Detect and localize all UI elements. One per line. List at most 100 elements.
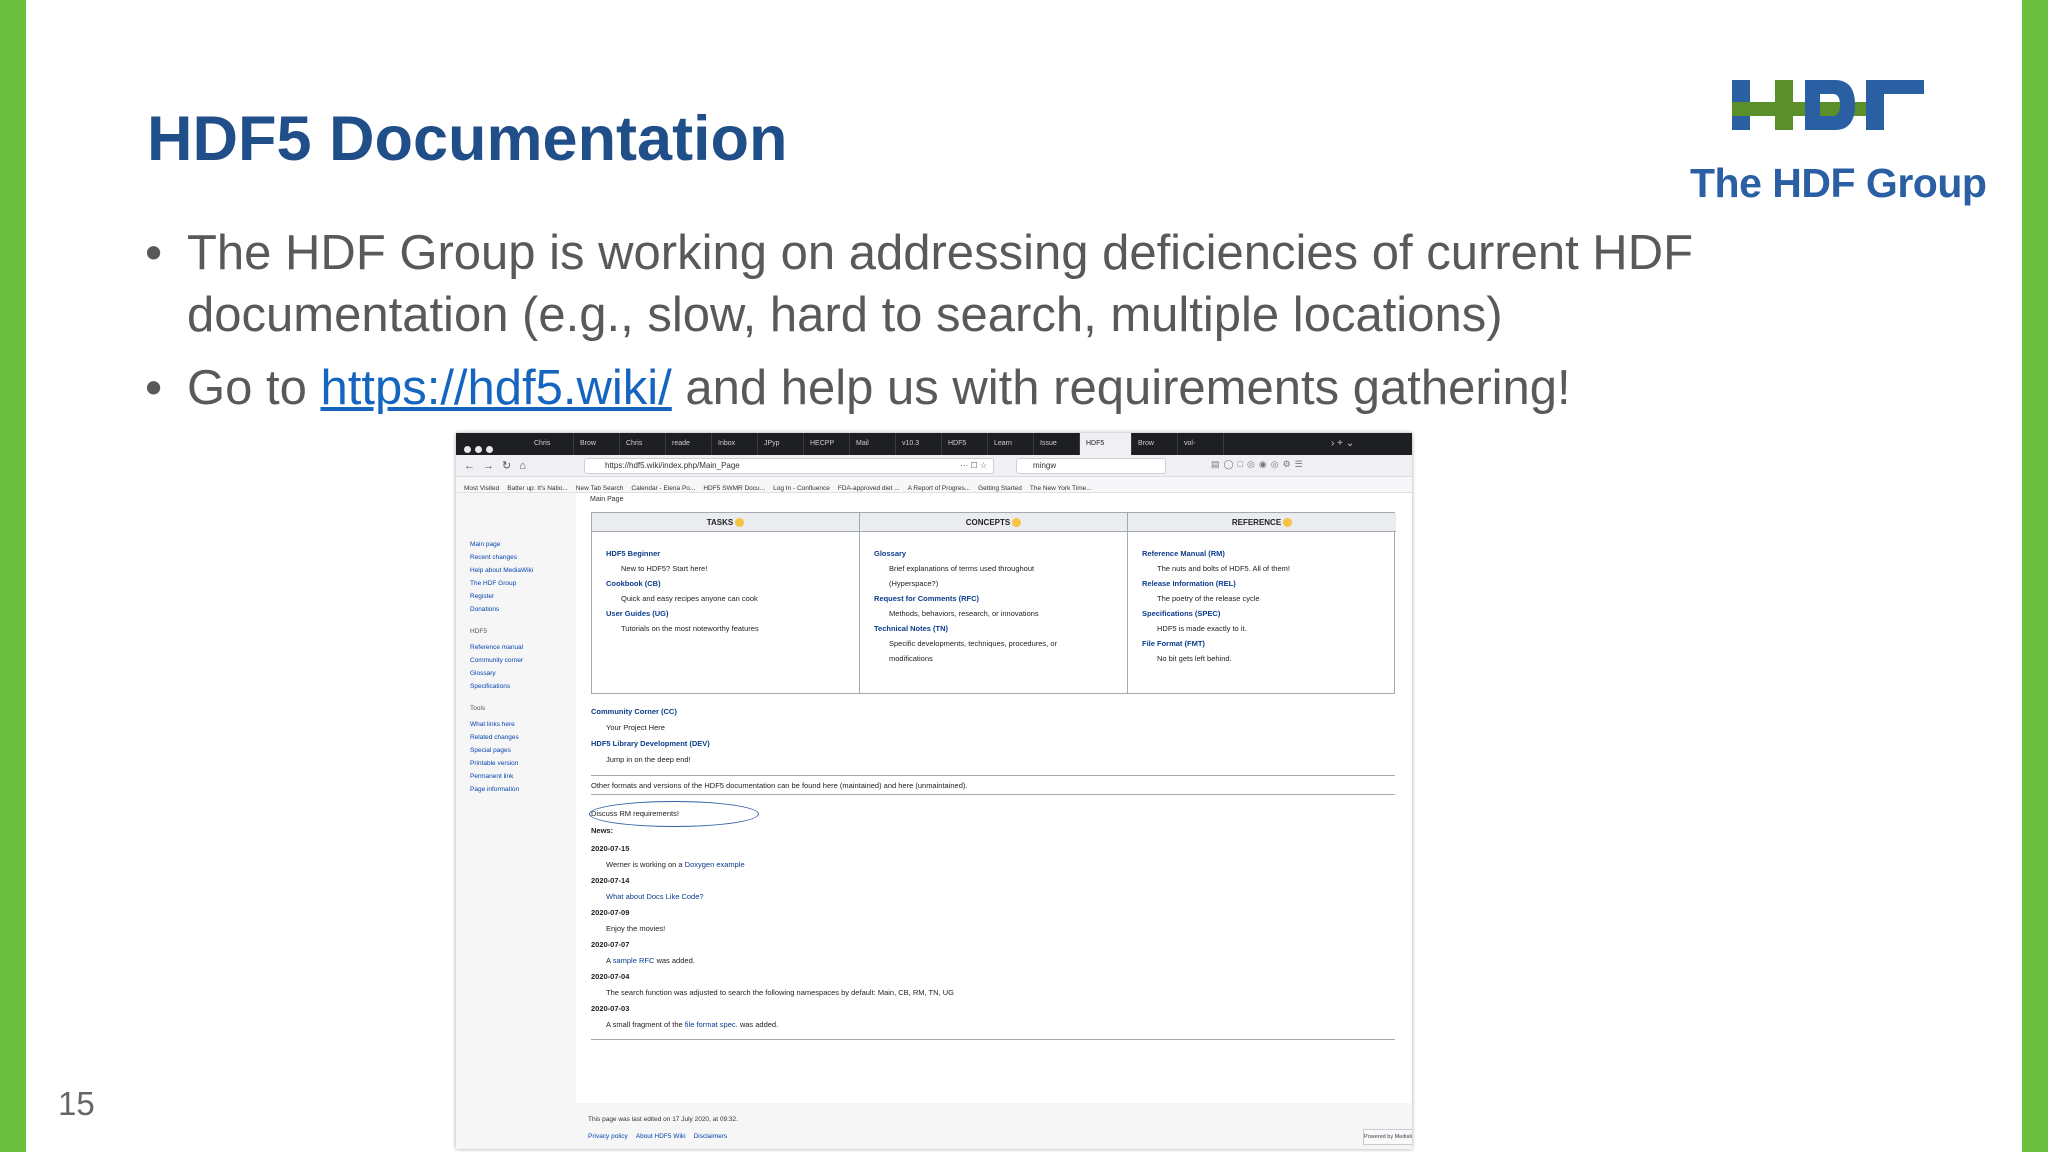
sidebar-item[interactable]: Glossary <box>470 670 496 677</box>
sidebar-item[interactable]: Page information <box>470 786 519 793</box>
news-text: was added. <box>654 956 695 965</box>
bookmark-item[interactable]: Calendar - Elena Po... <box>631 481 695 492</box>
sidebar-item[interactable]: Donations <box>470 606 499 613</box>
entry-link[interactable]: Release Information (REL) <box>1142 576 1396 591</box>
nav-buttons[interactable]: ←→↻⌂ <box>464 459 534 472</box>
portal-table: TASKS HDF5 Beginner New to HDF5? Start her… <box>591 512 1396 694</box>
bookmark-item[interactable]: Most Visited <box>464 481 499 492</box>
sidebar-item[interactable]: What links here <box>470 721 515 728</box>
bookmark-item[interactable]: A Report of Progres... <box>908 481 971 492</box>
footer-links: Privacy policy About HDF5 Wiki Disclaimers <box>588 1133 735 1140</box>
bullet-text: and help us with requirements gathering! <box>671 361 1571 415</box>
news-item: A sample RFC was added. <box>591 953 1291 969</box>
footer-link[interactable]: Privacy policy <box>588 1133 628 1140</box>
news-text: The search function was adjusted to sear… <box>606 988 954 997</box>
sidebar-item[interactable]: Recent changes <box>470 554 517 561</box>
sidebar-item[interactable]: Reference manual <box>470 644 523 651</box>
browser-tab[interactable]: Issue <box>1034 433 1080 455</box>
entry-link[interactable]: File Format (FMT) <box>1142 636 1396 651</box>
bookmark-item[interactable]: New Tab Search <box>576 481 624 492</box>
sidebar-item[interactable]: Specifications <box>470 683 510 690</box>
browser-tab[interactable]: vol- <box>1178 433 1224 455</box>
close-window-icon[interactable] <box>464 446 471 453</box>
library-dev-desc: Jump in on the deep end! <box>606 755 691 764</box>
bookmark-item[interactable]: HDF5 SWMR Docu... <box>703 481 765 492</box>
search-field[interactable]: mingw <box>1016 458 1166 474</box>
bullet-text: Go to <box>187 361 321 415</box>
community-corner-link[interactable]: Community Corner (CC) <box>591 704 1395 720</box>
bookmark-item[interactable]: Batter up: It's Natio... <box>507 481 568 492</box>
entry-description: New to HDF5? Start here! <box>621 564 708 573</box>
browser-tab[interactable]: v10.3 <box>896 433 942 455</box>
news-item: What about Docs Like Code? <box>591 889 1291 905</box>
sidebar-item[interactable]: Permanent link <box>470 773 513 780</box>
browser-nav-bar: ←→↻⌂ https://hdf5.wiki/index.php/Main_Pa… <box>456 455 1412 477</box>
footer-link[interactable]: Disclaimers <box>694 1133 728 1140</box>
entry-link[interactable]: Specifications (SPEC) <box>1142 606 1396 621</box>
bookmark-item[interactable]: Log In - Confluence <box>773 481 830 492</box>
column-header: TASKS <box>592 513 859 532</box>
minimize-window-icon[interactable] <box>475 446 482 453</box>
browser-tab[interactable]: reade <box>666 433 712 455</box>
entry-link[interactable]: Cookbook (CB) <box>606 576 859 591</box>
news-link[interactable]: What about Docs Like Code? <box>606 892 704 901</box>
hdf5-wiki-link[interactable]: https://hdf5.wiki/ <box>320 361 671 415</box>
column-entries: Reference Manual (RM) The nuts and bolts … <box>1128 532 1396 666</box>
sidebar-item[interactable]: Printable version <box>470 760 518 767</box>
portal-column-tasks: TASKS HDF5 Beginner New to HDF5? Start her… <box>592 513 860 693</box>
sidebar-item[interactable]: Register <box>470 593 494 600</box>
entry-description: Quick and easy recipes anyone can cook <box>621 594 758 603</box>
tab-controls[interactable]: › + ⌄ <box>1331 433 1354 455</box>
footer-link[interactable]: About HDF5 Wiki <box>636 1133 686 1140</box>
community-corner-desc: Your Project Here <box>606 723 665 732</box>
discuss-rm-link[interactable]: Discuss RM requirements! <box>591 809 679 818</box>
last-edited-text: This page was last edited on 17 July 202… <box>588 1116 738 1123</box>
browser-tab[interactable]: HDF5 <box>1080 433 1132 455</box>
sidebar-item[interactable]: Related changes <box>470 734 519 741</box>
maximize-window-icon[interactable] <box>486 446 493 453</box>
browser-tab[interactable]: JPyp <box>758 433 804 455</box>
entry-description: No bit gets left behind. <box>1157 654 1232 663</box>
news-link[interactable]: sample RFC <box>613 956 655 965</box>
toolbar-icons[interactable]: ▤◯□◎◉◎⚙☰ <box>1211 459 1307 470</box>
sidebar-item[interactable]: Help about MediaWiki <box>470 567 533 574</box>
entry-link[interactable]: Reference Manual (RM) <box>1142 546 1396 561</box>
tab-main-page[interactable]: Main Page <box>590 496 623 503</box>
news-item: The search function was adjusted to sear… <box>591 985 1291 1001</box>
browser-tab[interactable]: Learn <box>988 433 1034 455</box>
powered-by-mediawiki-badge[interactable]: Powered by MediaWiki <box>1363 1129 1412 1145</box>
browser-tab[interactable]: Brow <box>1132 433 1178 455</box>
sidebar-item[interactable]: The HDF Group <box>470 580 516 587</box>
news-date: 2020-07-09 <box>591 908 630 917</box>
url-bar[interactable]: https://hdf5.wiki/index.php/Main_Page ⋯ … <box>584 458 994 474</box>
entry-link[interactable]: Technical Notes (TN) <box>874 621 1127 636</box>
entry-description: Tutorials on the most noteworthy feature… <box>621 624 759 633</box>
news-link[interactable]: file format spec. <box>685 1020 738 1029</box>
url-text: https://hdf5.wiki/index.php/Main_Page <box>605 461 740 470</box>
bookmark-item[interactable]: The New York Time... <box>1030 481 1092 492</box>
slide-number: 15 <box>58 1085 95 1122</box>
bookmark-item[interactable]: Getting Started <box>978 481 1022 492</box>
bookmark-item[interactable]: FDA-approved diet ... <box>838 481 900 492</box>
sidebar-item[interactable]: Community corner <box>470 657 523 664</box>
library-dev-link[interactable]: HDF5 Library Development (DEV) <box>591 736 1395 752</box>
browser-tab[interactable]: Chris <box>620 433 666 455</box>
sidebar-item[interactable]: Main page <box>470 541 500 548</box>
browser-tab[interactable]: HECPP <box>804 433 850 455</box>
browser-tab[interactable]: Mail <box>850 433 896 455</box>
entry-link[interactable]: Request for Comments (RFC) <box>874 591 1127 606</box>
column-header-label: TASKS <box>706 518 734 527</box>
browser-tab[interactable]: Brow <box>574 433 620 455</box>
browser-tab[interactable]: Chris <box>528 433 574 455</box>
sidebar-item[interactable]: Special pages <box>470 747 511 754</box>
entry-link[interactable]: HDF5 Beginner <box>606 546 859 561</box>
news-item: Enjoy the movies! <box>591 921 1291 937</box>
browser-tab[interactable]: HDF5 <box>942 433 988 455</box>
news-link[interactable]: Doxygen example <box>685 860 745 869</box>
browser-tab[interactable]: Inbox <box>712 433 758 455</box>
entry-link[interactable]: Glossary <box>874 546 1127 561</box>
portal-column-concepts: CONCEPTS Glossary Brief explanations of te… <box>860 513 1128 693</box>
entry-link[interactable]: User Guides (UG) <box>606 606 859 621</box>
url-actions-icon[interactable]: ⋯ ☐ ☆ <box>960 459 987 473</box>
news-text: A small fragment of the <box>606 1020 685 1029</box>
